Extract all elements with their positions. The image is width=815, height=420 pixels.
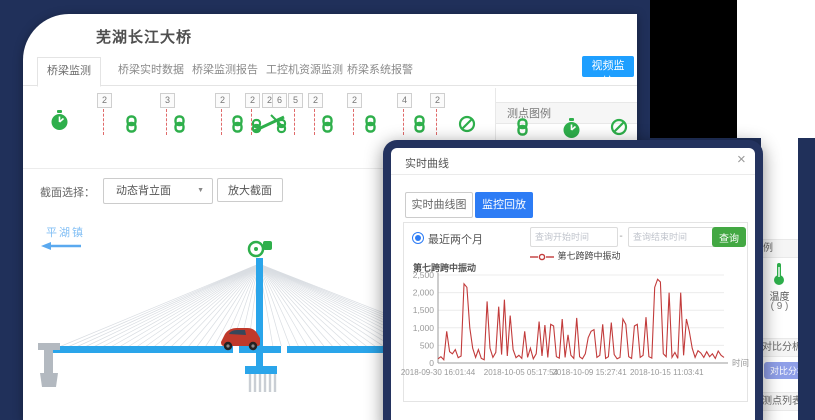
svg-text:2,500: 2,500 — [413, 270, 435, 280]
background-side-panel: 例 温度 ( 9 ) 对比分析 对比分析 测点列表 — [761, 138, 798, 420]
legend-header-fragment: 例 — [761, 239, 798, 258]
thermometer-icon — [772, 262, 786, 291]
svg-text:2018-10-15 11:03:41: 2018-10-15 11:03:41 — [630, 368, 704, 377]
close-icon[interactable]: × — [737, 151, 746, 168]
svg-text:0: 0 — [429, 358, 434, 368]
section-select-value: 动态背立面 — [116, 185, 171, 197]
compare-analysis-header: 对比分析 — [761, 338, 798, 357]
direction-arrow-icon — [41, 242, 81, 250]
compare-analysis-button[interactable]: 对比分析 — [764, 362, 798, 379]
prohibit-icon — [610, 118, 628, 141]
svg-text:500: 500 — [420, 340, 434, 350]
divider — [391, 174, 755, 175]
bridge-deck — [53, 346, 391, 353]
tower-footing — [245, 366, 277, 374]
black-region — [650, 0, 737, 138]
section-select-dropdown[interactable]: 动态背立面 ▼ — [103, 178, 213, 204]
query-end-time-input[interactable] — [628, 227, 716, 247]
bridge-drawing — [23, 218, 391, 420]
svg-text:2,000: 2,000 — [413, 288, 435, 298]
bridge-schematic: 平湖镇 — [23, 218, 391, 420]
point-list-header-fragment: 测点列表 — [761, 392, 798, 411]
svg-text:2018-10-09 15:27:41: 2018-10-09 15:27:41 — [552, 368, 627, 377]
last-two-months-label: 最近两个月 — [428, 231, 483, 247]
caret-down-icon: ▼ — [197, 179, 204, 203]
tab-realtime-curve[interactable]: 实时曲线图 — [405, 192, 473, 218]
curve-panel: 最近两个月 - 查询 第七跨跨中振动 第七跨跨中振动 05001,0001,50… — [403, 222, 748, 402]
last-two-months-radio[interactable] — [412, 232, 424, 244]
modal-title: 实时曲线 — [405, 155, 449, 171]
svg-text:时间: 时间 — [732, 358, 749, 368]
vibration-line-chart: 05001,0001,5002,0002,5002018-09-30 16:01… — [406, 271, 744, 397]
bridge-tower — [256, 258, 263, 370]
bridge-side-label: 平湖镇 — [46, 224, 85, 240]
legend-series-label: 第七跨跨中振动 — [557, 251, 620, 261]
enlarge-section-button[interactable]: 放大截面 — [217, 178, 283, 202]
legend-marker-icon — [530, 253, 554, 261]
svg-text:1,500: 1,500 — [413, 305, 435, 315]
query-button[interactable]: 查询 — [712, 227, 746, 247]
deck-joint — [233, 346, 239, 353]
svg-text:1,000: 1,000 — [413, 323, 435, 333]
left-pier — [38, 343, 60, 387]
deck-joint — [281, 346, 287, 353]
svg-text:2018-09-30 16:01:44: 2018-09-30 16:01:44 — [401, 368, 476, 377]
pile-group — [250, 374, 275, 392]
link-icon — [515, 118, 530, 141]
svg-text:2018-10-05 05:17:54: 2018-10-05 05:17:54 — [484, 368, 559, 377]
tab-monitor-playback[interactable]: 监控回放 — [475, 192, 533, 218]
range-separator: - — [616, 227, 626, 247]
section-select-label: 截面选择： — [40, 184, 95, 200]
realtime-curve-modal: 实时曲线 × 实时曲线图 监控回放 最近两个月 - 查询 第七跨跨中振动 — [383, 140, 763, 420]
background-window — [737, 0, 815, 138]
temperature-count: ( 9 ) — [761, 301, 798, 312]
query-start-time-input[interactable] — [530, 227, 618, 247]
desktop: 芜湖长江大桥 视频监控 桥梁监测 桥梁实时数据 桥梁监测报告 工控机资源监测 桥… — [0, 0, 815, 420]
tower-top-sensor-icon — [249, 241, 272, 256]
